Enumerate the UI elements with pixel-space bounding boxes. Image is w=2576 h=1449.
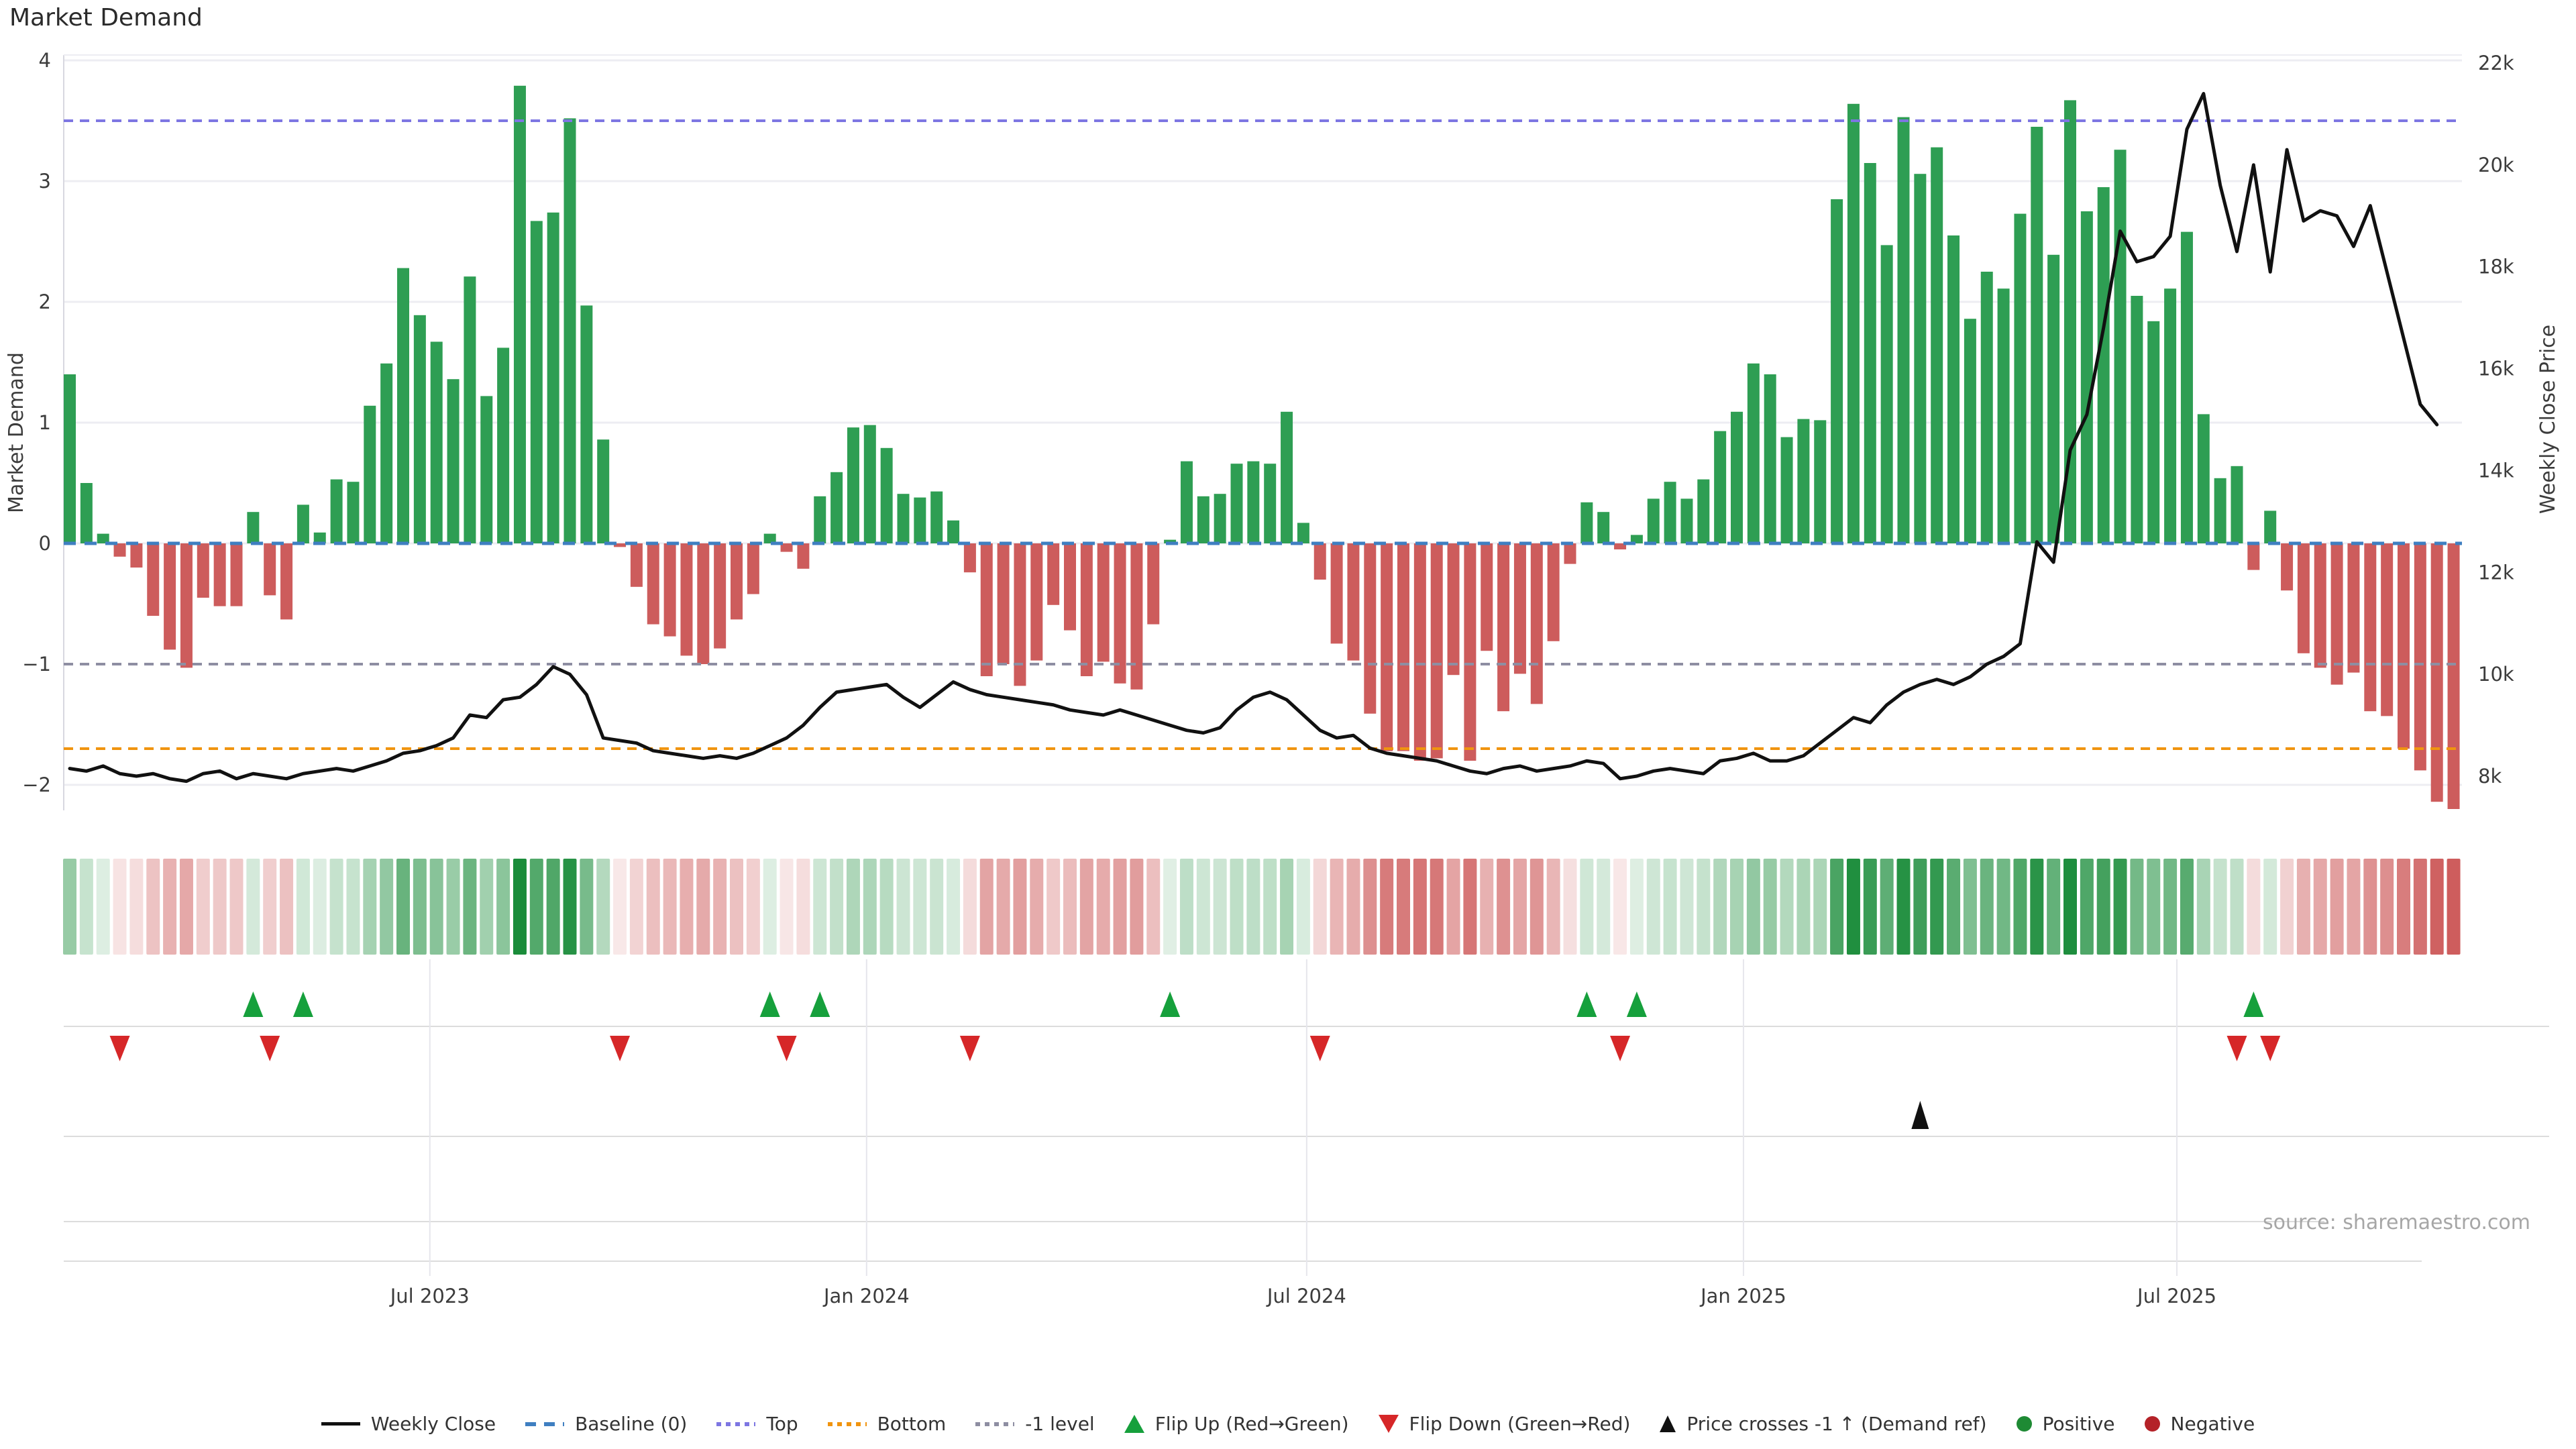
- right-axis: 22k 20k 18k 16k 14k 12k 10k 8k: [2478, 52, 2514, 788]
- legend-item: Negative: [2145, 1413, 2255, 1435]
- left-axis-title: Market Demand: [5, 352, 28, 513]
- legend-label: Negative: [2171, 1413, 2255, 1435]
- demand-bars: [64, 86, 2460, 809]
- legend-item: Weekly Close: [321, 1413, 496, 1435]
- legend-label: Flip Down (Green→Red): [1409, 1413, 1631, 1435]
- legend-item: Top: [716, 1413, 798, 1435]
- svg-text:−1: −1: [22, 653, 51, 676]
- svg-text:16k: 16k: [2478, 358, 2514, 380]
- svg-text:Jul 2025: Jul 2025: [2136, 1285, 2216, 1307]
- legend: Weekly Close Baseline (0) Top Bottom -1 leve…: [0, 1413, 2576, 1435]
- legend-label: Baseline (0): [575, 1413, 687, 1435]
- legend-item: -1 level: [975, 1413, 1094, 1435]
- legend-label: Price crosses -1 ↑ (Demand ref): [1686, 1413, 1986, 1435]
- legend-swatch-tri-up-sm-icon: [1660, 1415, 1676, 1432]
- svg-text:Jul 2024: Jul 2024: [1266, 1285, 1346, 1307]
- svg-text:1: 1: [39, 411, 51, 434]
- svg-text:3: 3: [39, 170, 51, 193]
- svg-text:18k: 18k: [2478, 256, 2514, 278]
- legend-swatch-dot-icon: [716, 1422, 755, 1426]
- right-axis-title: Weekly Close Price: [2536, 325, 2560, 514]
- panel-grid: [64, 959, 2549, 1276]
- price-cross-markers: [1911, 1101, 1929, 1129]
- legend-label: Top: [766, 1413, 798, 1435]
- svg-text:20k: 20k: [2478, 154, 2514, 176]
- legend-swatch-tri-up-icon: [1124, 1415, 1144, 1433]
- legend-label: -1 level: [1025, 1413, 1094, 1435]
- legend-swatch-dot-icon: [828, 1422, 867, 1426]
- market-demand-chart: 43210−1−222k20k18k16k14k12k10k8kMarket D…: [0, 0, 2576, 1449]
- svg-text:8k: 8k: [2478, 765, 2502, 788]
- svg-text:Jul 2023: Jul 2023: [389, 1285, 470, 1307]
- svg-text:−2: −2: [22, 773, 51, 796]
- svg-text:Jan 2025: Jan 2025: [1699, 1285, 1786, 1307]
- legend-swatch-dash-icon: [525, 1422, 564, 1426]
- legend-item: Bottom: [828, 1413, 947, 1435]
- legend-swatch-tri-down-icon: [1379, 1415, 1399, 1433]
- legend-label: Positive: [2043, 1413, 2115, 1435]
- legend-item: Baseline (0): [525, 1413, 687, 1435]
- flip-up-markers: [243, 991, 2263, 1017]
- flip-down-markers: [110, 1036, 2281, 1061]
- legend-item: Price crosses -1 ↑ (Demand ref): [1660, 1413, 1986, 1435]
- source-note: source: sharemaestro.com: [2263, 1211, 2530, 1234]
- market-demand-dashboard: Market Demand 4 3 2 1 0 −1 −2 22k 20k 18k 16k 14k 12…: [0, 0, 2576, 1449]
- legend-swatch-circle-icon: [2017, 1416, 2032, 1432]
- legend-item: Positive: [2017, 1413, 2115, 1435]
- legend-item: Flip Up (Red→Green): [1124, 1413, 1349, 1435]
- svg-text:14k: 14k: [2478, 459, 2514, 482]
- svg-text:10k: 10k: [2478, 663, 2514, 686]
- legend-swatch-line-icon: [321, 1422, 360, 1426]
- legend-swatch-dot-icon: [975, 1422, 1014, 1426]
- heatmap-strip: [63, 859, 2461, 955]
- legend-swatch-circle-icon: [2145, 1416, 2160, 1432]
- svg-text:0: 0: [39, 532, 51, 555]
- svg-text:2: 2: [39, 290, 51, 313]
- legend-label: Flip Up (Red→Green): [1155, 1413, 1349, 1435]
- legend-label: Weekly Close: [371, 1413, 496, 1435]
- svg-text:22k: 22k: [2478, 52, 2514, 74]
- legend-item: Flip Down (Green→Red): [1379, 1413, 1631, 1435]
- svg-text:12k: 12k: [2478, 561, 2514, 584]
- x-axis: Jul 2023 Jan 2024 Jul 2024 Jan 2025 Jul 2025: [389, 1285, 2216, 1307]
- svg-text:Jan 2024: Jan 2024: [822, 1285, 910, 1307]
- legend-label: Bottom: [877, 1413, 947, 1435]
- svg-text:4: 4: [39, 49, 51, 72]
